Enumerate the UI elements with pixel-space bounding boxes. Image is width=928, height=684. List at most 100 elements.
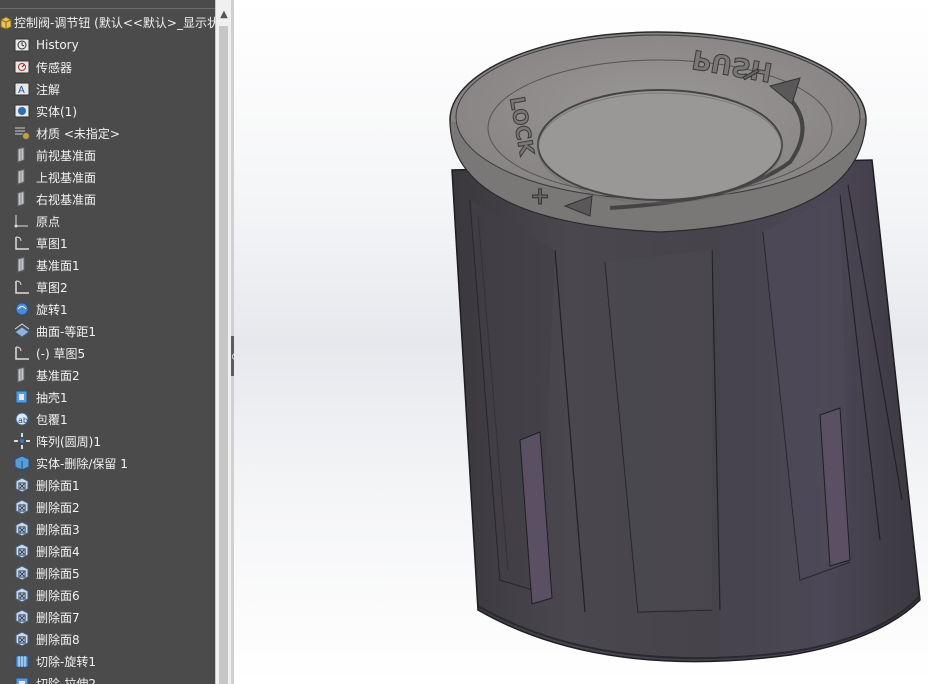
plane-icon [12, 191, 31, 208]
delete-face-icon [12, 499, 31, 516]
plane-icon [12, 147, 31, 164]
origin-icon [12, 213, 31, 230]
tree-item-label: 材质 <未指定> [36, 126, 120, 141]
revolve-icon [12, 301, 31, 318]
tree-item-label: 基准面1 [36, 258, 80, 273]
annotation-icon: A [12, 81, 31, 98]
tree-item[interactable]: 删除面2 [0, 496, 215, 518]
tree-item-label: 删除面1 [36, 478, 80, 493]
tree-item[interactable]: 删除面7 [0, 606, 215, 628]
tree-item[interactable]: 切除-旋转1 [0, 650, 215, 672]
tree-root-part[interactable]: 控制阀-调节钮 (默认<<默认>_显示状 [0, 12, 215, 32]
tree-item-label: 删除面8 [36, 632, 80, 647]
feature-manager-tree: 控制阀-调节钮 (默认<<默认>_显示状 History 传感器 A 注解实体(1) 材… [0, 0, 231, 684]
delete-face-icon [12, 609, 31, 626]
material-icon [12, 125, 31, 142]
delete-face-icon [12, 477, 31, 494]
shell-icon [12, 389, 31, 406]
tree-item-label: (-) 草图5 [36, 346, 86, 361]
tree-item[interactable]: 曲面-等距1 [0, 320, 215, 342]
tree-item[interactable]: 抽壳1 [0, 386, 215, 408]
history-icon [12, 37, 31, 54]
tree-item-label: 切除-拉伸2 [36, 676, 96, 684]
solid-bodies-icon [12, 103, 31, 120]
sketch-icon [12, 235, 31, 252]
tree-item[interactable]: 右视基准面 [0, 188, 215, 210]
tree-scrollbar[interactable]: ▲ [215, 0, 232, 684]
svg-text:ab: ab [18, 416, 28, 425]
tree-item-label: 切除-旋转1 [36, 654, 96, 669]
tree-item[interactable]: ab 包覆1 [0, 408, 215, 430]
svg-text:A: A [18, 85, 25, 96]
tree-item[interactable]: 删除面8 [0, 628, 215, 650]
cut-revolve-icon [12, 653, 31, 670]
tree-item-label: 阵列(圆周)1 [36, 434, 101, 449]
plane-icon [12, 169, 31, 186]
tree-top-separator [0, 0, 215, 9]
plane-icon [12, 257, 31, 274]
plane-icon [12, 367, 31, 384]
tree-item-label: 包覆1 [36, 412, 68, 427]
tree-item-label: 删除面3 [36, 522, 80, 537]
delete-face-icon [12, 565, 31, 582]
offset-surface-icon [12, 323, 31, 340]
circular-pattern-icon [12, 433, 31, 450]
tree-item[interactable]: 上视基准面 [0, 166, 215, 188]
knob-3d-model[interactable]: PUSH LOCK − + [234, 0, 928, 684]
tree-item-label: 删除面6 [36, 588, 80, 603]
tree-item-label: 删除面5 [36, 566, 80, 581]
tree-item-label: 旋转1 [36, 302, 68, 317]
tree-item-label: 曲面-等距1 [36, 324, 96, 339]
sketch-icon [12, 345, 31, 362]
delete-face-icon [12, 587, 31, 604]
scrollbar-thumb[interactable] [219, 26, 228, 684]
tree-item-label: 删除面4 [36, 544, 80, 559]
feature-list: History 传感器 A 注解实体(1) 材质 <未指定> 前视基准面上视基准面右视基准… [0, 34, 215, 684]
tree-item[interactable]: 删除面1 [0, 474, 215, 496]
root-part-label: 控制阀-调节钮 (默认<<默认>_显示状 [14, 15, 215, 30]
tree-item-label: 草图1 [36, 236, 68, 251]
tree-item-label: 上视基准面 [36, 170, 97, 185]
tree-item-label: 删除面7 [36, 610, 80, 625]
tree-item-label: 基准面2 [36, 368, 80, 383]
tree-item[interactable]: 阵列(圆周)1 [0, 430, 215, 452]
tree-item[interactable]: 删除面4 [0, 540, 215, 562]
tree-item[interactable]: 实体(1) [0, 100, 215, 122]
tree-item[interactable]: A 注解 [0, 78, 215, 100]
tree-item[interactable]: 旋转1 [0, 298, 215, 320]
tree-item-label: 注解 [36, 82, 61, 97]
part-icon [0, 15, 12, 30]
tree-item-label: 抽壳1 [36, 390, 68, 405]
tree-item-label: 实体-删除/保留 1 [36, 456, 128, 471]
wrap-icon: ab [12, 411, 31, 428]
delete-face-icon [12, 521, 31, 538]
tree-item-label: 原点 [36, 214, 61, 229]
scroll-up-arrow-icon[interactable]: ▲ [216, 8, 232, 22]
tree-item[interactable]: 传感器 [0, 56, 215, 78]
tree-item[interactable]: 删除面3 [0, 518, 215, 540]
tree-item-label: 实体(1) [36, 104, 77, 119]
tree-item[interactable]: (-) 草图5 [0, 342, 215, 364]
tree-item-label: History [36, 38, 79, 52]
tree-item[interactable]: 基准面2 [0, 364, 215, 386]
tree-item[interactable]: 实体-删除/保留 1 [0, 452, 215, 474]
tree-item[interactable]: 原点 [0, 210, 215, 232]
delete-body-icon [12, 455, 31, 472]
tree-item[interactable]: 删除面5 [0, 562, 215, 584]
tree-item[interactable]: 草图2 [0, 276, 215, 298]
tree-item[interactable]: 前视基准面 [0, 144, 215, 166]
tree-item-label: 右视基准面 [36, 192, 97, 207]
tree-item[interactable]: 切除-拉伸2 [0, 672, 215, 684]
tree-item-label: 前视基准面 [36, 148, 97, 163]
tree-item[interactable]: History [0, 34, 215, 56]
graphics-viewport[interactable]: PUSH LOCK − + [234, 0, 928, 684]
tree-item[interactable]: 基准面1 [0, 254, 215, 276]
center-button [537, 89, 783, 201]
tree-item-label: 删除面2 [36, 500, 80, 515]
cut-extrude-icon [12, 675, 31, 684]
sensor-icon [12, 59, 31, 76]
tree-item[interactable]: 草图1 [0, 232, 215, 254]
delete-face-icon [12, 631, 31, 648]
tree-item[interactable]: 删除面6 [0, 584, 215, 606]
tree-item[interactable]: 材质 <未指定> [0, 122, 215, 144]
